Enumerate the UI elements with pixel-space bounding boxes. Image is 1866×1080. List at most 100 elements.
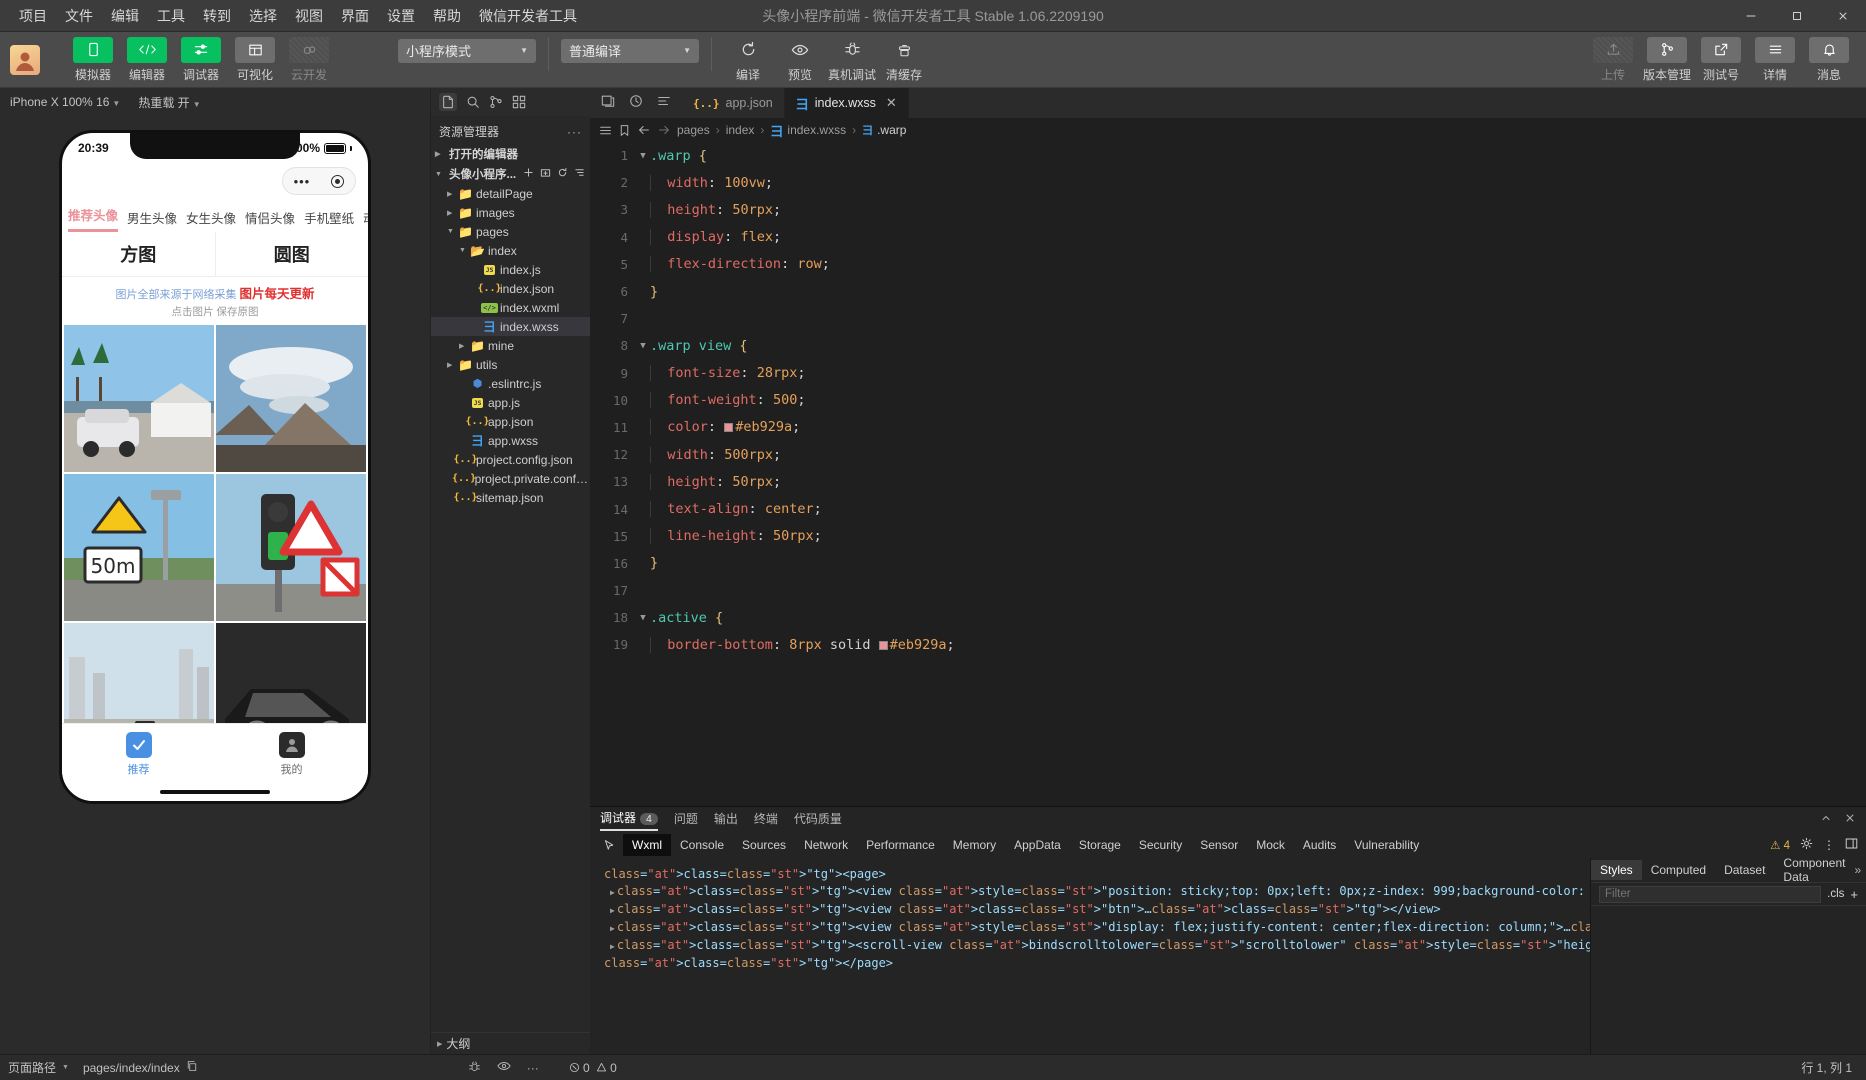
copy-icon[interactable] — [186, 1060, 198, 1075]
menu-item-1[interactable]: 文件 — [56, 2, 102, 30]
explorer-more-icon[interactable]: ··· — [567, 125, 582, 139]
back-arrow-icon[interactable] — [637, 123, 651, 137]
styles-filter-input[interactable] — [1599, 886, 1821, 903]
preview-eye-icon[interactable] — [497, 1059, 511, 1076]
devtools-tab-audits[interactable]: Audits — [1294, 834, 1345, 856]
toolbar-button-layout[interactable]: 可视化 — [232, 37, 278, 83]
toolbar-button-branch[interactable]: 版本管理 — [1644, 37, 1690, 83]
status-more-icon[interactable]: ··· — [527, 1061, 539, 1075]
capsule-button[interactable]: ••• — [282, 167, 356, 195]
tree-item-index-json[interactable]: ▶{..}index.json — [431, 279, 590, 298]
toolbar-eye-button[interactable]: 预览 — [776, 37, 824, 83]
devtools-more-icon[interactable]: ⋮ — [1823, 838, 1835, 852]
source-control-icon[interactable] — [489, 95, 503, 109]
close-devtools-icon[interactable] — [1844, 812, 1856, 827]
breadcrumb-item-2[interactable]: 彐index.wxss — [770, 121, 846, 140]
menu-item-2[interactable]: 编辑 — [102, 2, 148, 30]
menu-item-5[interactable]: 选择 — [240, 2, 286, 30]
toolbar-trash-button[interactable]: 清缓存 — [880, 37, 928, 83]
menu-item-8[interactable]: 设置 — [378, 2, 424, 30]
toolbar-button-external-link[interactable]: 测试号 — [1698, 37, 1744, 83]
devtools-top-tab-调试器[interactable]: 调试器4 — [600, 809, 658, 831]
category-tab-4[interactable]: 手机壁纸 — [304, 208, 354, 232]
devtools-dock-icon[interactable] — [1845, 837, 1858, 853]
styles-tab-styles[interactable]: Styles — [1591, 860, 1642, 880]
tree-item-sitemap-json[interactable]: ▶{..}sitemap.json — [431, 488, 590, 507]
chevron-right-icon[interactable]: ▶ — [459, 342, 470, 350]
minimize-button[interactable] — [1728, 0, 1774, 32]
wxml-node-3[interactable]: ▶class="at">class=class="st">"tg"><view … — [600, 919, 1580, 937]
category-tab-0[interactable]: 推荐头像 — [68, 205, 118, 232]
devtools-tab-console[interactable]: Console — [671, 834, 733, 856]
tree-item-index-js[interactable]: ▶JSindex.js — [431, 260, 590, 279]
collapse-all-icon[interactable] — [574, 167, 585, 181]
devtools-tab-security[interactable]: Security — [1130, 834, 1191, 856]
grid-image[interactable] — [216, 474, 366, 621]
cursor-position[interactable]: 行 1, 列 1 — [1801, 1059, 1866, 1076]
warning-badge[interactable]: ⚠ 4 — [1770, 838, 1790, 852]
styles-more-icon[interactable]: » — [1854, 863, 1866, 877]
toolbar-button-code[interactable]: 编辑器 — [124, 37, 170, 83]
toolbar-button-phone[interactable]: 模拟器 — [70, 37, 116, 83]
category-tab-1[interactable]: 男生头像 — [127, 208, 177, 232]
grid-image[interactable] — [216, 325, 366, 472]
format-icon[interactable] — [657, 94, 671, 113]
tree-item-utils[interactable]: ▶📁utils — [431, 355, 590, 374]
devtools-tab-sensor[interactable]: Sensor — [1191, 834, 1247, 856]
toolbar-refresh-button[interactable]: 编译 — [724, 37, 772, 83]
devtools-tab-appdata[interactable]: AppData — [1005, 834, 1070, 856]
code-editor[interactable]: 1▼.warp {2 width: 100vw;3 height: 50rpx;… — [590, 142, 1866, 806]
tree-item--eslintrc-js[interactable]: ▶⬢.eslintrc.js — [431, 374, 590, 393]
fold-chevron-icon[interactable]: ▼ — [636, 613, 650, 623]
devtools-top-tab-代码质量[interactable]: 代码质量 — [794, 810, 842, 830]
outline-section[interactable]: ▶ 大纲 — [431, 1032, 590, 1054]
grid-image[interactable]: 50m — [64, 474, 214, 621]
project-avatar[interactable] — [10, 45, 40, 75]
more-icon[interactable]: ••• — [294, 175, 311, 188]
chevron-right-icon[interactable]: ▶ — [447, 190, 458, 198]
editor-tab-app-json[interactable]: {..}app.json — [682, 88, 785, 118]
extensions-icon[interactable] — [512, 95, 526, 109]
devtools-top-tab-终端[interactable]: 终端 — [754, 810, 778, 830]
target-icon[interactable] — [331, 175, 344, 188]
styles-tab-dataset[interactable]: Dataset — [1715, 860, 1774, 880]
tree-item-index-wxml[interactable]: ▶</>index.wxml — [431, 298, 590, 317]
category-tab-2[interactable]: 女生头像 — [186, 208, 236, 232]
menu-item-7[interactable]: 界面 — [332, 2, 378, 30]
shape-tab-0[interactable]: 方图 — [62, 232, 215, 276]
toolbar-button-bell[interactable]: 消息 — [1806, 37, 1852, 83]
wxml-node-0[interactable]: class="at">class=class="st">"tg"><page> — [600, 866, 1580, 883]
maximize-button[interactable] — [1774, 0, 1820, 32]
wxml-node-5[interactable]: class="at">class=class="st">"tg"></page> — [600, 955, 1580, 972]
tree-item-index[interactable]: ▼📂index — [431, 241, 590, 260]
devtools-tab-memory[interactable]: Memory — [944, 834, 1005, 856]
debug-icon[interactable] — [468, 1060, 481, 1076]
breadcrumb-item-0[interactable]: pages — [677, 123, 710, 137]
toolbar-button-menu[interactable]: 详情 — [1752, 37, 1798, 83]
devtools-tab-performance[interactable]: Performance — [857, 834, 944, 856]
devtools-settings-icon[interactable] — [1800, 837, 1813, 853]
devtools-tab-storage[interactable]: Storage — [1070, 834, 1130, 856]
devtools-top-tab-输出[interactable]: 输出 — [714, 810, 738, 830]
category-tab-5[interactable]: 动漫头像 — [363, 208, 371, 232]
devtools-top-tab-问题[interactable]: 问题 — [674, 810, 698, 830]
menu-item-3[interactable]: 工具 — [148, 2, 194, 30]
fold-chevron-icon[interactable]: ▼ — [636, 151, 650, 161]
tree-item-images[interactable]: ▶📁images — [431, 203, 590, 222]
search-icon[interactable] — [466, 95, 480, 109]
files-icon[interactable] — [439, 93, 457, 111]
mode-select[interactable]: 小程序模式 ▼ — [398, 39, 536, 63]
menu-item-4[interactable]: 转到 — [194, 2, 240, 30]
breadcrumb-item-1[interactable]: index — [726, 123, 755, 137]
tree-item-index-wxss[interactable]: ▶彐index.wxss — [431, 317, 590, 336]
tree-item-app-wxss[interactable]: ▶彐app.wxss — [431, 431, 590, 450]
split-editor-icon[interactable] — [601, 94, 615, 113]
inspect-element-icon[interactable] — [596, 839, 623, 852]
devtools-tab-network[interactable]: Network — [795, 834, 857, 856]
tree-item-project-private-config-js---[interactable]: ▶{..}project.private.config.js... — [431, 469, 590, 488]
cls-toggle[interactable]: .cls — [1827, 888, 1844, 900]
new-file-icon[interactable] — [523, 167, 534, 181]
devtools-tab-sources[interactable]: Sources — [733, 834, 795, 856]
chevron-down-icon[interactable]: ▼ — [62, 1064, 69, 1071]
styles-tab-computed[interactable]: Computed — [1642, 860, 1715, 880]
